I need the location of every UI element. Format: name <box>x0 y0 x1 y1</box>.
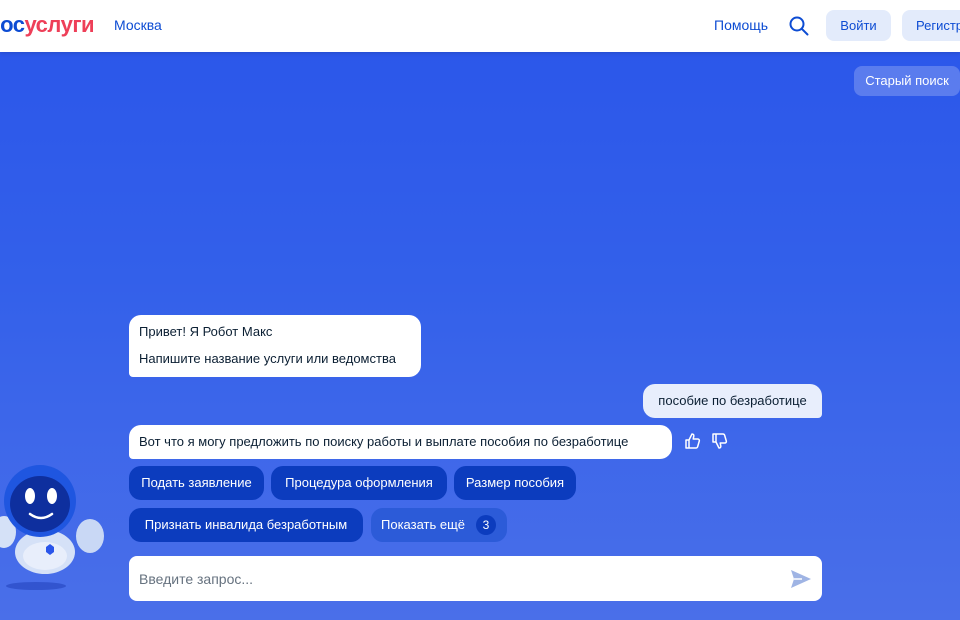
city-selector[interactable]: Москва <box>114 17 162 33</box>
thumbs-down-icon[interactable] <box>710 431 730 451</box>
query-input[interactable] <box>139 556 779 601</box>
send-icon[interactable] <box>789 567 813 591</box>
help-link[interactable]: Помощь <box>714 17 768 33</box>
chip-disabled-unemployed[interactable]: Признать инвалида безработным <box>129 508 363 542</box>
bot-greeting-bubble: Привет! Я Робот Макс Напишите название у… <box>129 315 421 377</box>
logo-text-part1: ос <box>0 12 25 37</box>
robot-max-avatar <box>0 465 104 590</box>
query-input-container <box>129 556 822 601</box>
register-button[interactable]: Регистр <box>902 10 960 41</box>
gosuslugi-logo[interactable]: осуслуги <box>0 12 100 38</box>
show-more-count-badge: 3 <box>476 515 496 535</box>
old-search-button[interactable]: Старый поиск <box>854 66 960 96</box>
thumbs-up-icon[interactable] <box>683 431 703 451</box>
chip-procedure[interactable]: Процедура оформления <box>271 466 447 500</box>
bot-greeting-line2: Напишите название услуги или ведомства <box>139 351 396 366</box>
bot-answer-bubble: Вот что я могу предложить по поиску рабо… <box>129 425 672 459</box>
login-button[interactable]: Войти <box>826 10 891 41</box>
show-more-label: Показать ещё <box>381 517 466 532</box>
search-icon[interactable] <box>788 15 810 37</box>
logo-text-part2: услуги <box>24 12 94 37</box>
bot-greeting-line1: Привет! Я Робот Макс <box>139 324 273 339</box>
top-header: осуслуги Москва Помощь Войти Регистр <box>0 0 960 52</box>
chip-show-more[interactable]: Показать ещё 3 <box>371 508 507 542</box>
chip-benefit-amount[interactable]: Размер пособия <box>454 466 576 500</box>
user-message-bubble: пособие по безработице <box>643 384 822 418</box>
chip-submit-application[interactable]: Подать заявление <box>129 466 264 500</box>
